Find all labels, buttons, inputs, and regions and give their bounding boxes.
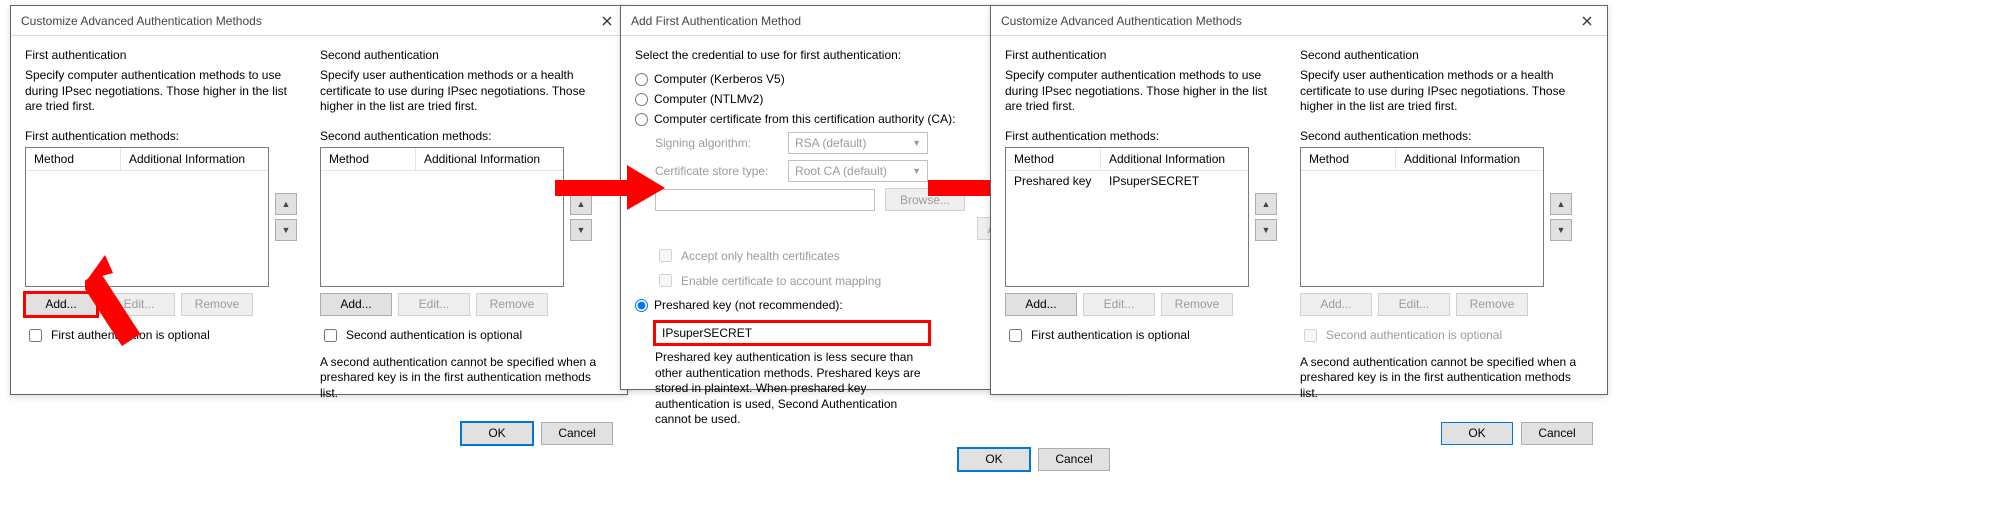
signing-combobox[interactable]: RSA (default) ▼: [788, 132, 928, 154]
move-up-button[interactable]: ▲: [275, 193, 297, 215]
first-auth-desc-3: Specify computer authentication methods …: [1005, 68, 1282, 115]
first-auth-optional-label: First authentication is optional: [51, 328, 210, 342]
first-auth-list[interactable]: Method Additional Information: [25, 147, 269, 287]
dialog-customize-auth-1: Customize Advanced Authentication Method…: [10, 5, 628, 395]
second-auth-optional-checkbox[interactable]: [324, 329, 337, 342]
first-auth-optional-checkbox[interactable]: [29, 329, 42, 342]
first-methods-label: First authentication methods:: [25, 129, 302, 143]
move-up-button-4[interactable]: ▲: [1550, 193, 1572, 215]
close-icon-3[interactable]: [1567, 6, 1607, 35]
dialog-title: Customize Advanced Authentication Method…: [21, 14, 262, 28]
signing-value: RSA (default): [795, 136, 866, 150]
second-auth-section: Second authentication Specify user authe…: [320, 48, 597, 402]
first-auth-desc: Specify computer authentication methods …: [25, 68, 302, 115]
second-auth-optional-checkbox-3: [1304, 329, 1317, 342]
remove-button-4: Remove: [1456, 293, 1528, 316]
add-button-4: Add...: [1300, 293, 1372, 316]
col-additional-info-4[interactable]: Additional Information: [1396, 148, 1543, 170]
titlebar[interactable]: Customize Advanced Authentication Method…: [11, 6, 627, 36]
col-method[interactable]: Method: [26, 148, 121, 170]
move-down-button[interactable]: ▼: [275, 219, 297, 241]
enable-map-checkbox: [659, 274, 672, 287]
radio-cert[interactable]: [635, 113, 648, 126]
remove-button-3: Remove: [1161, 293, 1233, 316]
second-methods-label: Second authentication methods:: [320, 129, 597, 143]
second-auth-desc-3: Specify user authentication methods or a…: [1300, 68, 1577, 115]
first-auth-optional-checkbox-3[interactable]: [1009, 329, 1022, 342]
move-down-button-4[interactable]: ▼: [1550, 219, 1572, 241]
signing-label: Signing algorithm:: [655, 136, 780, 150]
radio-psk-label: Preshared key (not recommended):: [654, 298, 843, 312]
move-up-button-2[interactable]: ▲: [570, 193, 592, 215]
radio-cert-label: Computer certificate from this certifica…: [654, 112, 955, 126]
table-row[interactable]: Preshared key IPsuperSECRET: [1006, 171, 1248, 191]
move-down-button-2[interactable]: ▼: [570, 219, 592, 241]
col-additional-info-3[interactable]: Additional Information: [1101, 148, 1248, 170]
store-combobox[interactable]: Root CA (default) ▼: [788, 160, 928, 182]
ok-button-3[interactable]: OK: [1441, 422, 1513, 445]
chevron-down-icon: ▼: [912, 138, 921, 148]
dialog-customize-auth-2: Customize Advanced Authentication Method…: [990, 5, 1608, 395]
row-method: Preshared key: [1006, 171, 1101, 191]
first-auth-list-3[interactable]: Method Additional Information Preshared …: [1005, 147, 1249, 287]
col-method-2[interactable]: Method: [321, 148, 416, 170]
store-value: Root CA (default): [795, 164, 887, 178]
remove-button: Remove: [181, 293, 253, 316]
move-up-button-3[interactable]: ▲: [1255, 193, 1277, 215]
second-auth-optional-label-3: Second authentication is optional: [1326, 328, 1502, 342]
section-title-second: Second authentication: [320, 48, 597, 62]
radio-ntlm-label: Computer (NTLMv2): [654, 92, 763, 106]
enable-map-label: Enable certificate to account mapping: [681, 274, 881, 288]
radio-kerberos[interactable]: [635, 73, 648, 86]
add-button[interactable]: Add...: [25, 293, 97, 316]
browse-button: Browse...: [885, 188, 965, 211]
first-auth-optional-label-3: First authentication is optional: [1031, 328, 1190, 342]
accept-health-label: Accept only health certificates: [681, 249, 840, 263]
list-header-2: Method Additional Information: [321, 148, 563, 171]
radio-kerberos-label: Computer (Kerberos V5): [654, 72, 785, 86]
edit-button-2: Edit...: [398, 293, 470, 316]
move-down-button-3[interactable]: ▼: [1255, 219, 1277, 241]
dialog-title-2: Add First Authentication Method: [631, 14, 801, 28]
col-additional-info[interactable]: Additional Information: [121, 148, 268, 170]
remove-button-2: Remove: [476, 293, 548, 316]
add-button-2[interactable]: Add...: [320, 293, 392, 316]
ok-button[interactable]: OK: [461, 422, 533, 445]
second-auth-note: A second authentication cannot be specif…: [320, 355, 597, 402]
section-title-second-3: Second authentication: [1300, 48, 1577, 62]
second-auth-section-3: Second authentication Specify user authe…: [1300, 48, 1577, 402]
dialog-title-3: Customize Advanced Authentication Method…: [1001, 14, 1242, 28]
second-auth-desc: Specify user authentication methods or a…: [320, 68, 597, 115]
chevron-down-icon-2: ▼: [912, 166, 921, 176]
col-method-4[interactable]: Method: [1301, 148, 1396, 170]
list-header: Method Additional Information: [26, 148, 268, 171]
cancel-button-3[interactable]: Cancel: [1521, 422, 1593, 445]
second-methods-label-3: Second authentication methods:: [1300, 129, 1577, 143]
col-additional-info-2[interactable]: Additional Information: [416, 148, 563, 170]
second-auth-optional-label: Second authentication is optional: [346, 328, 522, 342]
first-methods-label-3: First authentication methods:: [1005, 129, 1282, 143]
accept-health-checkbox: [659, 249, 672, 262]
store-label: Certificate store type:: [655, 164, 780, 178]
first-auth-section-3: First authentication Specify computer au…: [1005, 48, 1282, 402]
second-auth-note-3: A second authentication cannot be specif…: [1300, 355, 1577, 402]
psk-desc: Preshared key authentication is less sec…: [655, 350, 935, 428]
radio-ntlm[interactable]: [635, 93, 648, 106]
first-auth-section: First authentication Specify computer au…: [25, 48, 302, 402]
col-method-3[interactable]: Method: [1006, 148, 1101, 170]
psk-input[interactable]: [655, 322, 929, 344]
second-auth-list[interactable]: Method Additional Information: [320, 147, 564, 287]
row-info: IPsuperSECRET: [1101, 171, 1248, 191]
titlebar-3[interactable]: Customize Advanced Authentication Method…: [991, 6, 1607, 36]
section-title-first-3: First authentication: [1005, 48, 1282, 62]
add-button-3[interactable]: Add...: [1005, 293, 1077, 316]
section-title-first: First authentication: [25, 48, 302, 62]
edit-button-4: Edit...: [1378, 293, 1450, 316]
radio-psk[interactable]: [635, 299, 648, 312]
edit-button: Edit...: [103, 293, 175, 316]
cancel-button[interactable]: Cancel: [541, 422, 613, 445]
edit-button-3: Edit...: [1083, 293, 1155, 316]
second-auth-list-3[interactable]: Method Additional Information: [1300, 147, 1544, 287]
ca-path-input: [655, 189, 875, 211]
